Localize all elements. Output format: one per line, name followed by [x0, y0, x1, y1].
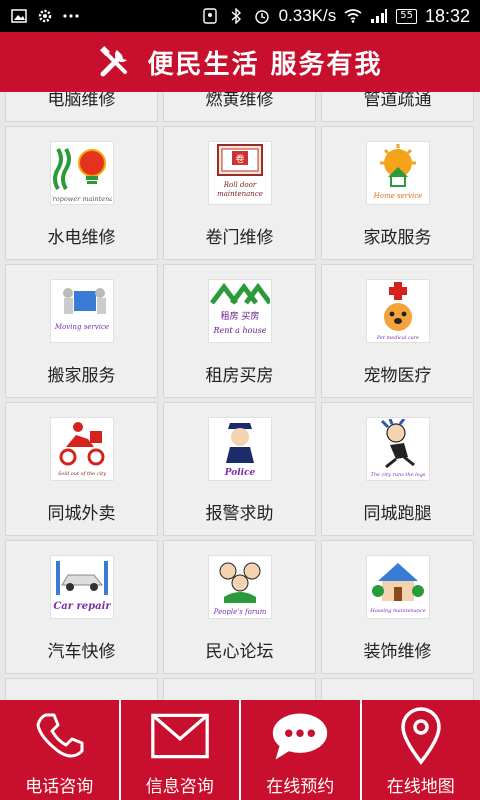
nav-map[interactable]: 在线地图: [362, 700, 480, 800]
bluetooth-icon: [227, 7, 245, 25]
status-bar: 0.33K/s 55 18:32: [0, 0, 480, 32]
service-grid[interactable]: 电脑维修 燃黄维修 管道疏通 Hydropower maintenance: [0, 92, 480, 700]
service-forum[interactable]: People's forum 民心论坛: [163, 540, 316, 674]
mail-icon: [150, 706, 210, 766]
svg-text:Home service: Home service: [372, 192, 422, 200]
svg-text:Rent a house: Rent a house: [212, 326, 266, 335]
roll-door-icon: 卷 Roll door maintenance: [207, 141, 272, 205]
service-rent-house[interactable]: 租房 买房 Rent a house 租房买房: [163, 264, 316, 398]
phone-icon: [29, 706, 89, 766]
home-service-icon: Home service: [365, 141, 430, 205]
car-repair-icon: Car repair: [49, 555, 114, 619]
map-pin-icon: [391, 706, 451, 766]
bottom-nav: 电话咨询 信息咨询 在线预约 在线地图: [0, 700, 480, 800]
battery-icon: 55: [396, 8, 417, 24]
service-label: 报警求助: [205, 504, 274, 524]
service-car-repair[interactable]: Car repair 汽车快修: [5, 540, 158, 674]
svg-text:Moving service: Moving service: [53, 323, 108, 331]
nav-label: 在线地图: [386, 777, 455, 797]
service-partial-1[interactable]: [5, 678, 158, 700]
alarm-icon: [253, 7, 271, 25]
service-label: 装饰维修: [363, 642, 432, 662]
police-icon: Police: [207, 417, 272, 481]
app-header: 便民生活 服务有我: [0, 32, 480, 92]
svg-text:Hydropower maintenance: Hydropower maintenance: [52, 195, 112, 203]
service-label: 民心论坛: [205, 642, 274, 662]
service-label: 租房买房: [205, 366, 274, 386]
svg-text:卷: 卷: [235, 153, 244, 165]
service-errand[interactable]: The city runs the legs 同城跑腿: [321, 402, 474, 536]
service-label: 家政服务: [363, 228, 432, 248]
nav-message[interactable]: 信息咨询: [121, 700, 241, 800]
chat-icon: [270, 706, 330, 766]
service-label: 搬家服务: [47, 366, 116, 386]
svg-text:租房 买房: 租房 买房: [220, 310, 259, 322]
image-icon: [10, 7, 28, 25]
nav-label: 电话咨询: [25, 777, 94, 797]
service-pipe-unclog[interactable]: 管道疏通: [321, 92, 474, 122]
service-home[interactable]: Home service 家政服务: [321, 126, 474, 260]
forum-icon: People's forum: [207, 555, 272, 619]
errand-runner-icon: The city runs the legs: [365, 417, 430, 481]
tools-icon: [97, 44, 133, 80]
delivery-icon: Sold out of the city: [49, 417, 114, 481]
service-label: 同城外卖: [47, 504, 116, 524]
service-label: 水电维修: [47, 228, 116, 248]
settings-icon: [36, 7, 54, 25]
svg-text:The city runs the legs: The city runs the legs: [370, 472, 425, 478]
svg-text:Sold out of the city: Sold out of the city: [57, 471, 105, 477]
svg-text:maintenance: maintenance: [217, 190, 263, 198]
location-icon: [201, 7, 219, 25]
svg-text:Roll door: Roll door: [222, 181, 256, 189]
svg-text:Car repair: Car repair: [53, 601, 111, 612]
rent-house-icon: 租房 买房 Rent a house: [207, 279, 272, 343]
service-partial-2[interactable]: [163, 678, 316, 700]
service-label: 同城跑腿: [363, 504, 432, 524]
wifi-icon: [344, 7, 362, 25]
moving-icon: Moving service: [49, 279, 114, 343]
service-computer-repair[interactable]: 电脑维修: [5, 92, 158, 122]
housing-maintenance-icon: Housing maintenance: [365, 555, 430, 619]
service-delivery[interactable]: Sold out of the city 同城外卖: [5, 402, 158, 536]
lightbulb-icon: Hydropower maintenance: [49, 141, 114, 205]
app-title: 便民生活 服务有我: [147, 49, 383, 80]
service-roll-door[interactable]: 卷 Roll door maintenance 卷门维修: [163, 126, 316, 260]
service-label: 电脑维修: [47, 92, 116, 110]
svg-text:Housing maintenance: Housing maintenance: [369, 608, 425, 614]
clock: 18:32: [424, 5, 470, 26]
service-label: 燃黄维修: [205, 92, 274, 110]
service-pet-medical[interactable]: Pet medical care 宠物医疗: [321, 264, 474, 398]
service-label: 汽车快修: [47, 642, 116, 662]
svg-text:People's forum: People's forum: [212, 608, 266, 616]
signal-icon: [370, 7, 388, 25]
svg-text:Pet medical care: Pet medical care: [375, 335, 418, 341]
network-speed: 0.33K/s: [278, 6, 337, 25]
service-decoration[interactable]: Housing maintenance 装饰维修: [321, 540, 474, 674]
service-moving[interactable]: Moving service 搬家服务: [5, 264, 158, 398]
nav-label: 在线预约: [266, 777, 335, 797]
nav-label: 信息咨询: [145, 777, 214, 797]
pet-medical-icon: Pet medical care: [365, 279, 430, 343]
service-gas-repair[interactable]: 燃黄维修: [163, 92, 316, 122]
more-icon: [62, 7, 80, 25]
nav-phone[interactable]: 电话咨询: [0, 700, 121, 800]
service-police[interactable]: Police 报警求助: [163, 402, 316, 536]
service-label: 卷门维修: [205, 228, 274, 248]
service-hydropower[interactable]: Hydropower maintenance 水电维修: [5, 126, 158, 260]
svg-text:Police: Police: [223, 468, 255, 478]
service-label: 宠物医疗: [363, 366, 432, 386]
nav-booking[interactable]: 在线预约: [241, 700, 362, 800]
service-partial-3[interactable]: [321, 678, 474, 700]
service-label: 管道疏通: [363, 92, 432, 110]
